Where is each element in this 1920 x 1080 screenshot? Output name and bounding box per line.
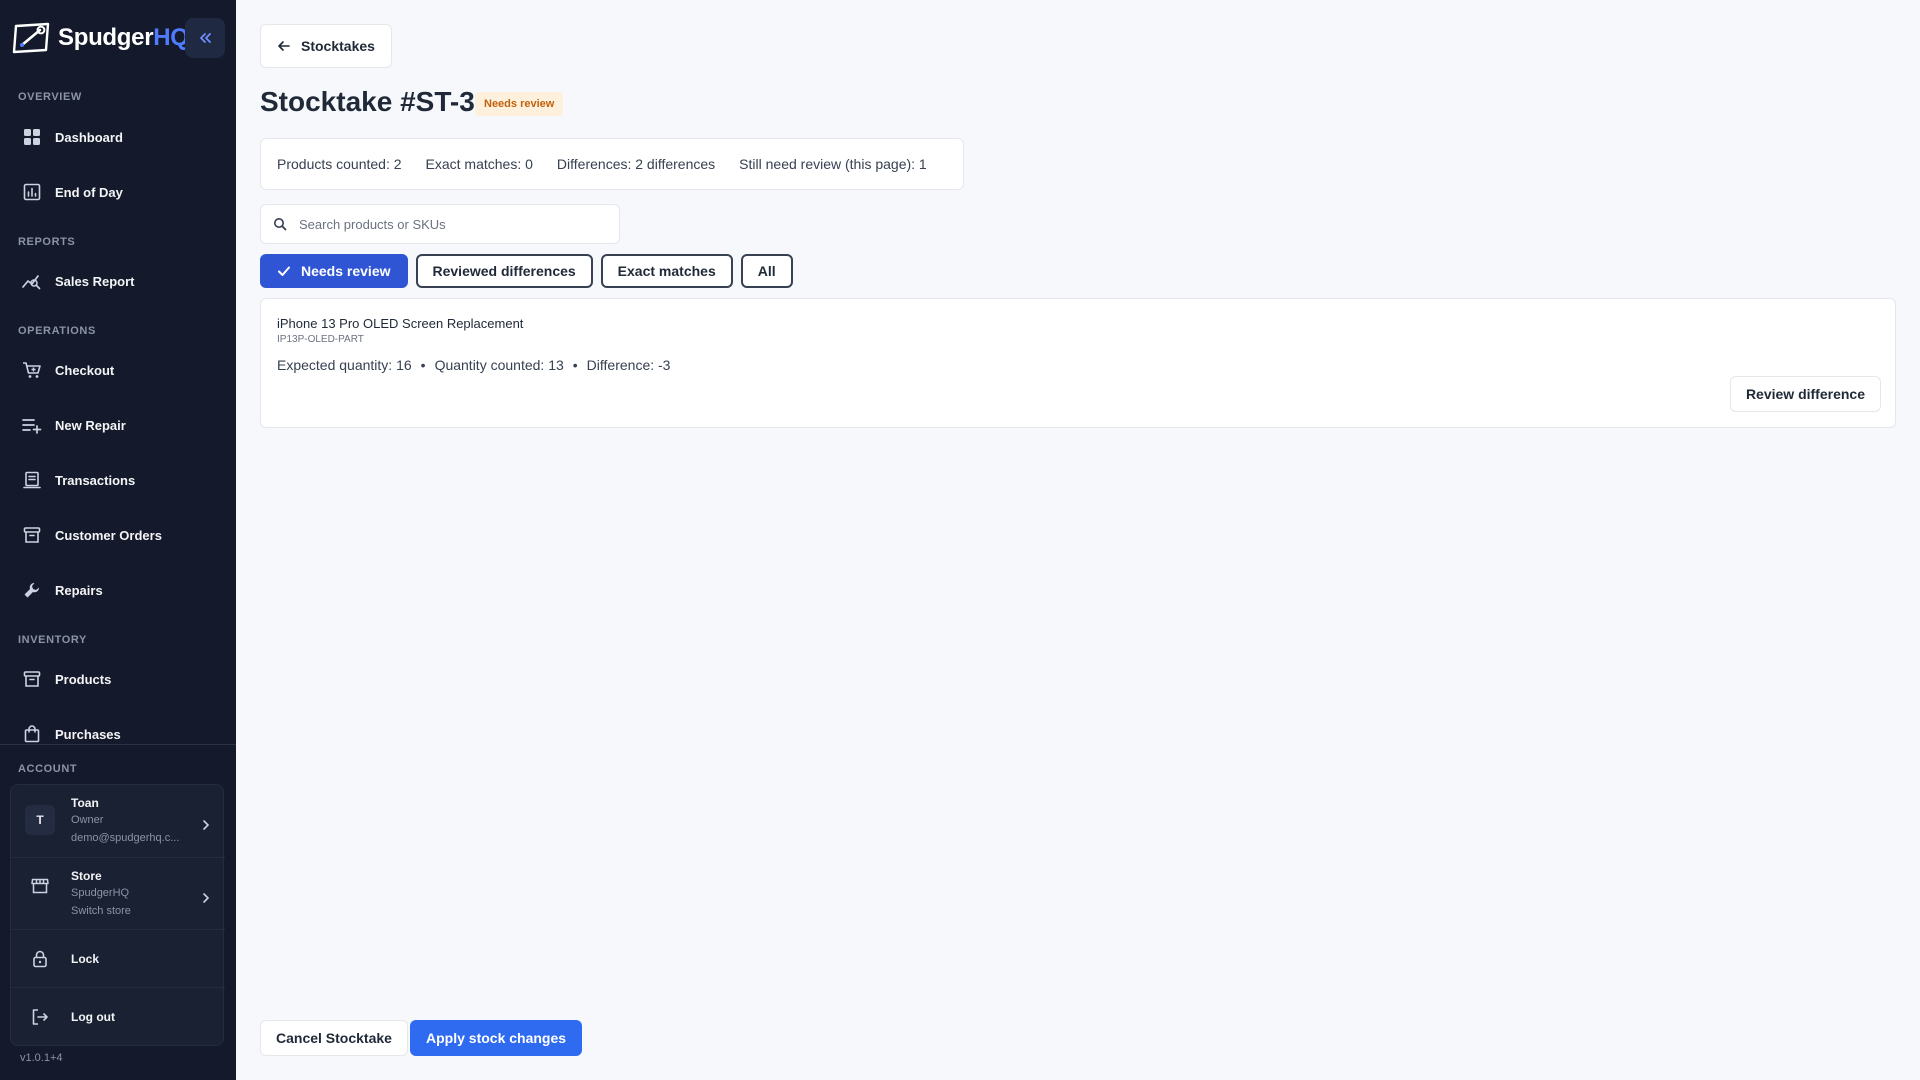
sidebar-item-checkout[interactable]: Checkout: [0, 348, 236, 392]
sidebar-item-sales-report[interactable]: Sales Report: [0, 259, 236, 303]
sidebar-item-label: End of Day: [55, 184, 123, 200]
user-menu[interactable]: T Toan Owner demo@spudgerhq.c...: [11, 795, 225, 857]
chevron-right-icon: [203, 893, 210, 903]
logout-icon: [25, 1008, 55, 1026]
status-badge: Needs review: [475, 92, 564, 116]
shopping-bag-icon: [22, 724, 42, 744]
filter-label: All: [757, 263, 776, 279]
product-sku: IP13P-OLED-PART: [277, 334, 364, 345]
still-need-review-stat: Still need review (this page): 1: [739, 156, 927, 172]
user-email: demo@spudgerhq.c...: [71, 832, 180, 844]
switch-store-label: Switch store: [71, 905, 131, 917]
wrench-icon: [22, 580, 42, 600]
logout-button[interactable]: Log out: [11, 987, 225, 1045]
chevron-right-icon: [203, 820, 210, 830]
back-button-label: Stocktakes: [301, 38, 375, 54]
sidebar-item-label: Repairs: [55, 582, 103, 598]
sidebar-item-label: Purchases: [55, 726, 121, 742]
quantity-difference: Difference: -3: [586, 357, 671, 373]
filter-label: Reviewed differences: [432, 263, 576, 279]
section-label-inventory: INVENTORY: [18, 634, 87, 646]
cancel-stocktake-button[interactable]: Cancel Stocktake: [260, 1020, 408, 1056]
store-switcher[interactable]: Store SpudgerHQ Switch store: [11, 857, 225, 929]
bar-chart-icon: [22, 182, 42, 202]
section-label-overview: OVERVIEW: [18, 91, 82, 103]
check-icon: [277, 264, 291, 278]
review-difference-button[interactable]: Review difference: [1729, 376, 1881, 412]
sidebar-item-label: Customer Orders: [55, 527, 162, 543]
sidebar-item-label: Sales Report: [55, 273, 135, 289]
app-version: v1.0.1+4: [20, 1052, 63, 1064]
separator-dot: •: [420, 357, 426, 373]
sidebar-item-label: Products: [55, 671, 112, 687]
filter-reviewed-differences[interactable]: Reviewed differences: [415, 254, 593, 288]
spudger-logo-icon: [12, 22, 50, 54]
sidebar-item-label: New Repair: [55, 417, 126, 433]
search-icon: [274, 218, 287, 231]
counted-quantity: Quantity counted: 13: [434, 357, 564, 373]
page-title: Stocktake #ST-3: [260, 86, 475, 117]
filter-all[interactable]: All: [740, 254, 793, 288]
account-panel: T Toan Owner demo@spudgerhq.c... Store S…: [10, 784, 225, 1046]
cart-icon: [22, 360, 42, 380]
receipt-icon: [22, 470, 42, 490]
filter-exact-matches[interactable]: Exact matches: [600, 254, 733, 288]
archive-box-icon: [22, 669, 42, 689]
sidebar-item-customer-orders[interactable]: Customer Orders: [0, 513, 236, 557]
dashboard-grid-icon: [22, 127, 42, 147]
lock-button[interactable]: Lock: [11, 929, 225, 987]
lock-icon: [25, 950, 55, 968]
stocktake-summary: Products counted: 2 Exact matches: 0 Dif…: [260, 138, 964, 190]
sidebar-item-purchases[interactable]: Purchases: [0, 712, 236, 756]
list-plus-icon: [22, 415, 42, 435]
section-label-account: ACCOUNT: [18, 763, 78, 775]
sidebar-item-dashboard[interactable]: Dashboard: [0, 115, 236, 159]
sidebar-item-new-repair[interactable]: New Repair: [0, 403, 236, 447]
section-label-operations: OPERATIONS: [18, 325, 96, 337]
product-name: iPhone 13 Pro OLED Screen Replacement: [277, 316, 524, 331]
store-name: SpudgerHQ: [71, 887, 130, 899]
filter-needs-review[interactable]: Needs review: [260, 254, 408, 288]
list-item: iPhone 13 Pro OLED Screen Replacement IP…: [260, 298, 1896, 428]
separator-dot: •: [572, 357, 578, 373]
sidebar-item-repairs[interactable]: Repairs: [0, 568, 236, 612]
sidebar-item-products[interactable]: Products: [0, 657, 236, 701]
expected-quantity: Expected quantity: 16: [277, 357, 412, 373]
filter-label: Exact matches: [617, 263, 716, 279]
store-title: Store: [71, 869, 102, 883]
differences-stat: Differences: 2 differences: [556, 156, 716, 172]
apply-stock-changes-button[interactable]: Apply stock changes: [410, 1020, 583, 1056]
search-input[interactable]: [299, 216, 599, 232]
quantity-details: Expected quantity: 16 • Quantity counted…: [277, 357, 670, 373]
filter-label: Needs review: [301, 263, 391, 279]
sidebar: SpudgerHQ OVERVIEW Dashboard End of Day …: [0, 0, 236, 1080]
filter-tabs: Needs review Reviewed differences Exact …: [260, 254, 793, 288]
back-to-stocktakes-button[interactable]: Stocktakes: [260, 24, 392, 68]
exact-matches-stat: Exact matches: 0: [425, 156, 533, 172]
collapse-sidebar-button[interactable]: [185, 18, 225, 58]
sidebar-item-label: Checkout: [55, 362, 115, 378]
section-label-reports: REPORTS: [18, 236, 76, 248]
arrow-left-icon: [278, 41, 290, 51]
chevrons-left-icon: [200, 33, 211, 43]
store-icon: [25, 878, 55, 894]
lock-label: Lock: [71, 951, 100, 966]
logout-label: Log out: [71, 1009, 115, 1024]
sidebar-item-label: Transactions: [55, 472, 136, 488]
sidebar-item-end-of-day[interactable]: End of Day: [0, 170, 236, 214]
user-role: Owner: [71, 814, 104, 826]
archive-box-icon: [22, 525, 42, 545]
avatar: T: [25, 805, 55, 835]
search-field[interactable]: [260, 204, 620, 244]
products-counted-stat: Products counted: 2: [277, 156, 402, 172]
sidebar-item-label: Dashboard: [55, 129, 123, 145]
trend-chart-icon: [22, 271, 42, 291]
brand-logo[interactable]: SpudgerHQ: [10, 18, 189, 58]
user-name: Toan: [71, 796, 99, 810]
brand-name: SpudgerHQ: [58, 24, 189, 51]
sidebar-item-transactions[interactable]: Transactions: [0, 458, 236, 502]
sidebar-divider: [0, 744, 236, 745]
